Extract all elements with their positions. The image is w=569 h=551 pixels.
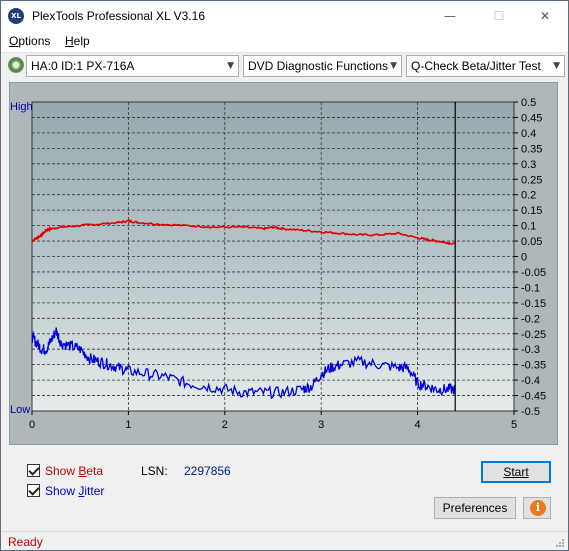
x-tick-label: 3 [318, 419, 324, 431]
menu-help-accel: H [65, 34, 74, 48]
preferences-button[interactable]: Preferences [434, 497, 516, 519]
x-tick-label: 2 [222, 419, 228, 431]
y-tick-label: 0.3 [521, 159, 536, 171]
resize-grip-icon[interactable] [555, 538, 565, 548]
menu-help[interactable]: Help [65, 34, 90, 48]
y-tick-label: -0.4 [521, 375, 540, 387]
y-tick-label: 0.05 [521, 236, 542, 248]
y-tick-label: -0.35 [521, 360, 546, 372]
disc-drive-icon [8, 57, 24, 73]
chevron-down-icon: ▼ [227, 61, 234, 71]
y-tick-label: -0.2 [521, 313, 540, 325]
drive-select-value: HA:0 ID:1 PX-716A [31, 59, 135, 73]
show-jitter-label[interactable]: Show Jitter [45, 484, 104, 498]
y-tick-label: 0.2 [521, 190, 536, 202]
x-tick-label: 1 [125, 419, 131, 431]
y-tick-label: -0.05 [521, 267, 546, 279]
y-tick-label: -0.1 [521, 282, 540, 294]
lsn-label: LSN: [141, 464, 168, 478]
start-button[interactable]: Start [481, 461, 551, 483]
test-select[interactable]: Q-Check Beta/Jitter Test ▼ [406, 55, 565, 77]
show-jitter-pre: Show [45, 484, 79, 498]
menu-bar: Options Help [1, 31, 568, 52]
status-text: Ready [8, 535, 43, 549]
menu-options-label: ptions [18, 34, 51, 48]
info-button[interactable]: i [523, 497, 551, 519]
y-tick-label: 0.4 [521, 128, 536, 140]
window-title: PlexTools Professional XL V3.16 [32, 9, 205, 23]
toolbar-divider [1, 52, 568, 53]
title-bar[interactable]: XL PlexTools Professional XL V3.16 — ☐ ✕ [1, 1, 568, 31]
y-tick-label: 0.15 [521, 205, 542, 217]
show-beta-checkbox[interactable] [27, 464, 40, 477]
y-tick-label: -0.45 [521, 391, 546, 403]
y-tick-label: -0.5 [521, 406, 540, 418]
show-beta-pre: Show [45, 464, 79, 478]
y-tick-label: -0.15 [521, 298, 546, 310]
drive-select[interactable]: HA:0 ID:1 PX-716A ▼ [26, 55, 239, 77]
chevron-down-icon: ▼ [390, 61, 397, 71]
chevron-down-icon: ▼ [553, 61, 560, 71]
menu-options-accel: O [9, 34, 19, 48]
y-tick-label: -0.3 [521, 344, 540, 356]
y-tick-label: -0.25 [521, 329, 546, 341]
y-tick-label: 0.35 [521, 143, 542, 155]
show-beta-label[interactable]: Show Beta [45, 464, 103, 478]
close-button[interactable]: ✕ [522, 1, 568, 31]
x-tick-label: 5 [511, 419, 517, 431]
info-icon: i [530, 500, 546, 516]
show-beta-post: eta [86, 464, 104, 478]
function-select[interactable]: DVD Diagnostic Functions ▼ [243, 55, 402, 77]
show-jitter-checkbox[interactable] [27, 484, 40, 497]
function-select-value: DVD Diagnostic Functions [248, 59, 389, 73]
menu-options[interactable]: Options [9, 34, 50, 48]
lsn-value: 2297856 [184, 464, 231, 478]
x-tick-label: 0 [29, 419, 35, 431]
test-select-value: Q-Check Beta/Jitter Test [411, 59, 541, 73]
x-tick-label: 4 [415, 419, 421, 431]
menu-help-label: elp [73, 34, 90, 48]
y-tick-label: 0 [521, 252, 527, 264]
y-tick-label: 0.1 [521, 221, 536, 233]
show-jitter-post: itter [84, 484, 105, 498]
app-window: XL PlexTools Professional XL V3.16 — ☐ ✕… [0, 0, 569, 551]
y-tick-label: 0.5 [521, 97, 536, 109]
start-button-label: Start [503, 465, 529, 479]
y-tick-label: 0.45 [521, 112, 542, 124]
status-bar: Ready [2, 531, 567, 550]
beta-jitter-chart: 0.5 0.45 0.4 0.35 0.3 0.25 0.2 0.15 0.1 0.05 0 -0.0… [10, 97, 546, 431]
y-tick-label: 0.25 [521, 174, 542, 186]
plextools-logo-icon: XL [8, 8, 24, 24]
low-label: Low [10, 404, 30, 416]
minimize-button[interactable]: — [427, 1, 473, 31]
controls-panel: Show Beta Show Jitter LSN: 2297856 Start… [9, 452, 560, 529]
chart-panel: 0.5 0.45 0.4 0.35 0.3 0.25 0.2 0.15 0.1 0.05 0 -0.0… [9, 82, 558, 445]
maximize-button[interactable]: ☐ [476, 1, 522, 31]
high-label: High [10, 101, 33, 113]
